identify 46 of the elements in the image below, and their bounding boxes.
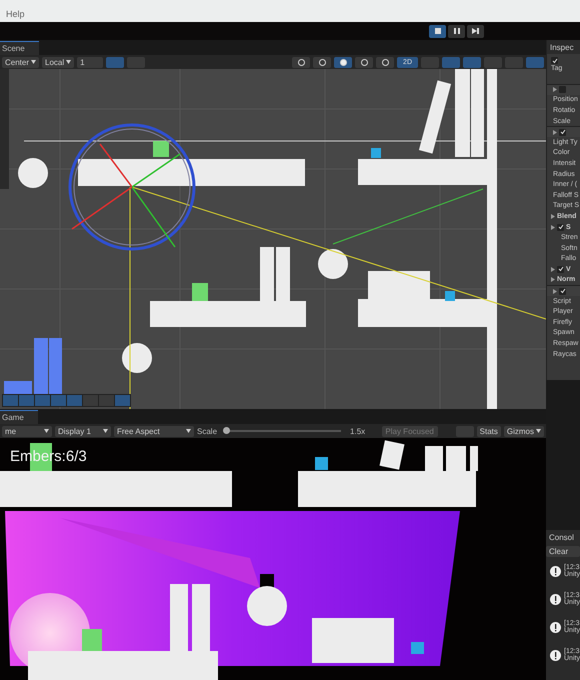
fold-arrow-icon[interactable] xyxy=(553,87,557,92)
display-dropdown[interactable]: Display 1 xyxy=(55,426,111,436)
step-icon xyxy=(472,28,479,34)
inspector-tab[interactable]: Inspec xyxy=(547,40,580,54)
draw-mode-icon[interactable] xyxy=(313,56,332,68)
aspect-dropdown[interactable]: Free Aspect xyxy=(114,426,194,436)
enable-checkbox[interactable] xyxy=(557,224,564,231)
draw-mode-icon[interactable] xyxy=(355,56,374,68)
menu-item[interactable]: Help xyxy=(6,9,25,19)
fold-arrow-icon[interactable] xyxy=(553,130,557,135)
caret-icon xyxy=(103,429,108,433)
enable-checkbox[interactable] xyxy=(559,288,566,295)
slider-thumb[interactable] xyxy=(223,427,230,434)
enable-checkbox[interactable] xyxy=(559,86,566,94)
draw-mode-icon[interactable] xyxy=(376,56,394,68)
enable-checkbox[interactable] xyxy=(559,128,566,136)
stats-button[interactable]: Stats xyxy=(476,426,501,436)
pause-button[interactable] xyxy=(448,24,465,38)
scale-value: 1.5x xyxy=(350,426,366,436)
scene-tab[interactable]: Scene xyxy=(0,41,39,55)
space-dropdown[interactable]: Local xyxy=(42,56,74,68)
caret-icon xyxy=(536,429,541,433)
caret-icon xyxy=(44,429,49,433)
active-checkbox[interactable] xyxy=(551,57,558,64)
enable-checkbox[interactable] xyxy=(557,266,564,273)
pause-icon xyxy=(454,28,460,34)
clear-dropdown[interactable]: Clear xyxy=(546,546,580,557)
caret-icon xyxy=(66,60,72,64)
draw-mode-icon[interactable] xyxy=(334,56,352,68)
warning-icon xyxy=(550,594,561,604)
step-button[interactable] xyxy=(467,24,484,38)
view-dropdown[interactable]: me xyxy=(2,426,52,436)
caret-icon xyxy=(186,429,191,433)
warning-icon xyxy=(550,566,561,576)
snap-field[interactable]: 1 xyxy=(77,56,104,68)
caret-icon xyxy=(31,60,36,64)
pivot-dropdown[interactable]: Center xyxy=(2,56,40,68)
scale-label: Scale xyxy=(197,426,218,436)
gizmos-dropdown[interactable]: Gizmos xyxy=(504,426,544,436)
stop-icon xyxy=(434,28,440,34)
game-tab[interactable]: Game xyxy=(0,410,38,424)
warning-icon xyxy=(550,650,561,660)
stop-button[interactable] xyxy=(429,24,446,38)
fold-arrow-icon[interactable] xyxy=(553,288,557,294)
draw-mode-icon[interactable] xyxy=(292,56,310,68)
warning-icon xyxy=(550,622,561,632)
